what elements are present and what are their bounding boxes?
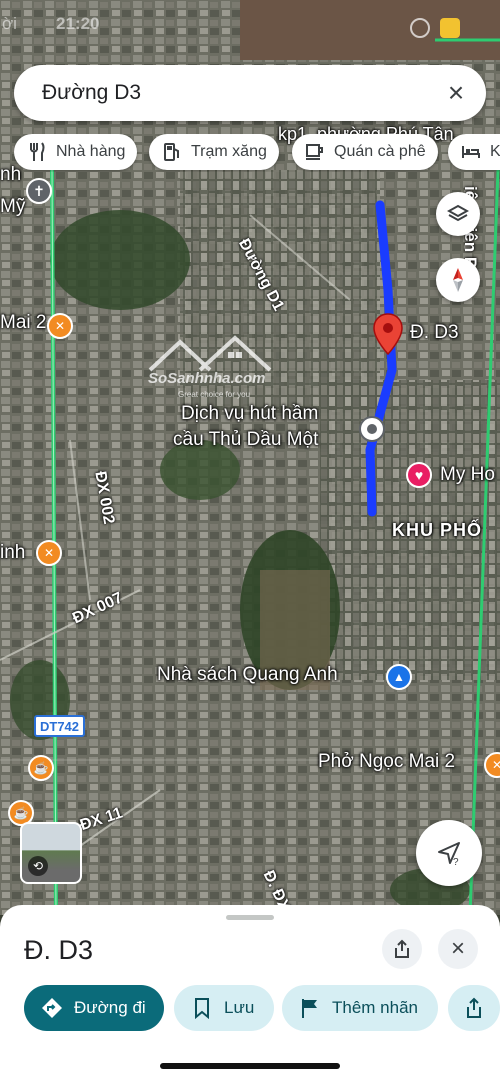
map-label-bookstore: Nhà sách Quang Anh <box>157 664 338 685</box>
chip-label: Trạm xăng <box>191 143 267 160</box>
save-button[interactable]: Lưu <box>174 985 274 1031</box>
directions-button[interactable]: Đường đi <box>24 985 164 1031</box>
drag-handle[interactable] <box>226 915 274 920</box>
heart-icon: ♥ <box>414 467 424 483</box>
svg-text:?: ? <box>453 857 459 867</box>
compass-button[interactable] <box>436 258 480 302</box>
home-indicator <box>160 1063 340 1069</box>
bookmark-icon <box>190 996 214 1020</box>
layers-icon <box>447 204 469 222</box>
add-label-label: Thêm nhãn <box>332 998 418 1017</box>
chip-hotels[interactable]: Kh <box>448 134 500 170</box>
bed-icon <box>460 141 482 163</box>
selected-location-marker[interactable] <box>372 312 404 356</box>
save-label: Lưu <box>224 998 255 1017</box>
location-help-icon: ? <box>438 842 460 867</box>
map-label-selected: Đ. D3 <box>410 322 459 343</box>
add-label-button[interactable]: Thêm nhãn <box>282 985 438 1031</box>
cafe-pin-left[interactable]: ☕ <box>28 755 54 781</box>
watermark-logo: SoSanhnha.com Great choice for you <box>140 330 300 410</box>
my-home-pin[interactable]: ♥ <box>406 462 432 488</box>
coffee-cup-icon: ☕ <box>13 806 29 820</box>
bookstore-pin[interactable]: ▲ <box>386 664 412 690</box>
share-action-button[interactable] <box>448 985 500 1031</box>
fork-knife-icon: ✕ <box>54 319 66 333</box>
alarm-icon <box>410 18 430 38</box>
search-bar[interactable]: Đường D3 × <box>14 65 486 121</box>
watermark-subtext: Great choice for you <box>178 390 251 399</box>
map-label-septic-line1: Dịch vụ hút hầm <box>181 403 319 424</box>
chip-gas-stations[interactable]: Trạm xăng <box>149 134 279 170</box>
share-button[interactable] <box>382 929 422 969</box>
search-input[interactable]: Đường D3 <box>42 81 141 105</box>
directions-icon <box>40 996 64 1020</box>
map-label-left-my: Mỹ <box>0 196 26 217</box>
chip-cafes[interactable]: Quán cà phê <box>292 134 438 170</box>
coffee-cup-icon: ☕ <box>33 761 49 775</box>
map-label-myhome: My Ho <box>440 464 495 485</box>
dot-icon <box>367 424 377 434</box>
fork-knife-icon <box>26 141 48 163</box>
fork-knife-icon: ✕ <box>491 758 500 772</box>
fork-knife-icon: ✕ <box>43 546 55 560</box>
status-time: 21:20 <box>56 14 100 33</box>
shopping-bag-icon: ▲ <box>393 670 405 684</box>
street-view-thumbnail[interactable]: ⟲ <box>20 822 82 884</box>
map-label-left-mai2: Mai 2 <box>0 312 47 333</box>
action-buttons: Đường đi Lưu Thêm nhãn <box>24 985 500 1031</box>
my-location-button[interactable]: ? <box>416 820 482 886</box>
map-label-septic-line2: cầu Thủ Dầu Một <box>173 429 319 450</box>
chip-label: Nhà hàng <box>56 143 126 160</box>
gas-station-icon <box>161 141 183 163</box>
notification-icon <box>440 18 460 38</box>
map-label-district: KHU PHỐ <box>392 520 483 540</box>
watermark-text: SoSanhnha.com <box>148 370 266 387</box>
directions-label: Đường đi <box>74 998 146 1017</box>
rotate-360-icon: ⟲ <box>28 856 48 876</box>
coffee-cup-icon <box>304 141 326 163</box>
category-chips: Nhà hàng Trạm xăng Quán cà phê Kh <box>14 134 500 172</box>
share-icon <box>462 996 486 1020</box>
church-pin[interactable]: ✝ <box>26 178 52 204</box>
layers-button[interactable] <box>436 192 480 236</box>
status-left-text: ời <box>2 14 17 33</box>
restaurant-pin-left[interactable]: ✕ <box>47 313 73 339</box>
septic-service-pin[interactable] <box>359 416 385 442</box>
restaurant-pin-left-2[interactable]: ✕ <box>36 540 62 566</box>
map-label-pho: Phở Ngọc Mai 2 <box>318 751 456 772</box>
close-sheet-button[interactable]: × <box>438 929 478 969</box>
chip-restaurants[interactable]: Nhà hàng <box>14 134 138 170</box>
share-icon <box>395 939 409 958</box>
road-shield-dt742: DT742 <box>34 715 86 737</box>
map-canvas[interactable]: ời 21:20 kp1, phường Phú Tân Đường D1 iệ… <box>0 0 500 915</box>
chip-label: Kh <box>490 143 500 160</box>
status-bar: ời 21:20 <box>0 0 500 50</box>
place-title: Đ. D3 <box>24 935 94 965</box>
flag-icon <box>298 996 322 1020</box>
place-bottom-sheet[interactable]: Đ. D3 × Đường đi Lưu Thêm nhãn <box>0 905 500 1080</box>
close-icon: × <box>450 935 465 962</box>
compass-icon <box>453 268 463 292</box>
cross-icon: ✝ <box>33 182 45 199</box>
chip-label: Quán cà phê <box>334 143 426 160</box>
map-label-left-inh: inh <box>0 542 26 563</box>
close-icon[interactable]: × <box>440 77 472 109</box>
